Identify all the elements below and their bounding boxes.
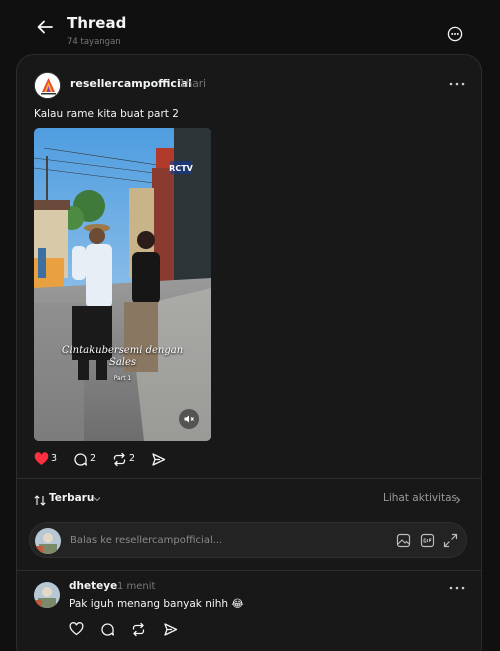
comment-like-button[interactable] (69, 622, 84, 636)
sort-dropdown[interactable]: Terbaru (49, 492, 94, 504)
comment-button[interactable]: 2 (73, 451, 103, 467)
video-overlay-title-line1: Cintakubersemi dengan (61, 345, 184, 356)
avatar (35, 528, 61, 554)
post-video[interactable]: RCTV Cintakubersemi dengan Sales Part 1 (34, 128, 211, 441)
more-options-circle-icon[interactable] (447, 26, 463, 42)
divider (17, 478, 481, 479)
page-title: Thread (67, 14, 127, 32)
avatar[interactable] (34, 72, 61, 99)
comment-share-button[interactable] (163, 622, 178, 637)
send-icon (152, 453, 166, 466)
speaker-muted-icon (184, 415, 194, 423)
back-arrow-icon[interactable] (34, 16, 56, 38)
comment-repost-button[interactable] (131, 622, 146, 637)
video-overlay-title: Cintakubersemi dengan Sales (34, 345, 211, 369)
repost-count: 2 (129, 453, 136, 464)
comment-icon (101, 623, 114, 636)
post-username[interactable]: resellercampofficial (70, 77, 192, 90)
heart-filled-icon (34, 452, 49, 465)
post-time: 1hari (179, 78, 207, 90)
post-more-icon[interactable] (447, 77, 467, 91)
divider (17, 570, 481, 571)
rctv-watermark: RCTV (169, 164, 193, 173)
post-text: Kalau rame kita buat part 2 (34, 108, 179, 120)
share-button[interactable] (151, 451, 167, 467)
comment-time: 1 menit (117, 581, 156, 592)
view-activity-link[interactable]: Lihat aktivitas (383, 492, 457, 504)
reply-input[interactable] (70, 530, 380, 550)
repost-icon (132, 622, 145, 637)
thread-card: resellercampofficial 1hari Kalau rame ki… (16, 54, 482, 651)
comment-actions (69, 622, 269, 638)
chevron-right-icon (455, 496, 461, 504)
reply-composer (29, 522, 467, 558)
heart-icon (69, 622, 84, 636)
post-actions: 3 2 2 (34, 451, 334, 467)
comment-text: Pak iguh menang banyak nihh 😂 (69, 598, 244, 610)
repost-button[interactable]: 2 (112, 451, 142, 467)
like-button[interactable]: 3 (34, 451, 64, 467)
comment-count: 2 (90, 453, 97, 464)
gif-icon[interactable] (420, 533, 435, 548)
image-icon[interactable] (396, 533, 411, 548)
comment-more-icon[interactable] (447, 581, 467, 595)
top-bar: Thread 74 tayangan (0, 0, 500, 54)
comment-icon (74, 453, 87, 466)
avatar[interactable] (34, 582, 60, 608)
comment-username[interactable]: dheteye (69, 580, 117, 592)
send-icon (164, 623, 178, 636)
view-count: 74 tayangan (67, 37, 121, 47)
chevron-down-icon (93, 496, 101, 502)
repost-icon (113, 452, 126, 467)
like-count: 3 (51, 453, 58, 464)
sort-arrows-icon (34, 495, 46, 506)
comment-reply-button[interactable] (100, 622, 115, 637)
video-overlay-title-line2: Sales (108, 357, 137, 368)
video-overlay-part: Part 1 (113, 375, 132, 382)
expand-icon[interactable] (443, 533, 458, 548)
mute-button[interactable] (179, 409, 199, 429)
